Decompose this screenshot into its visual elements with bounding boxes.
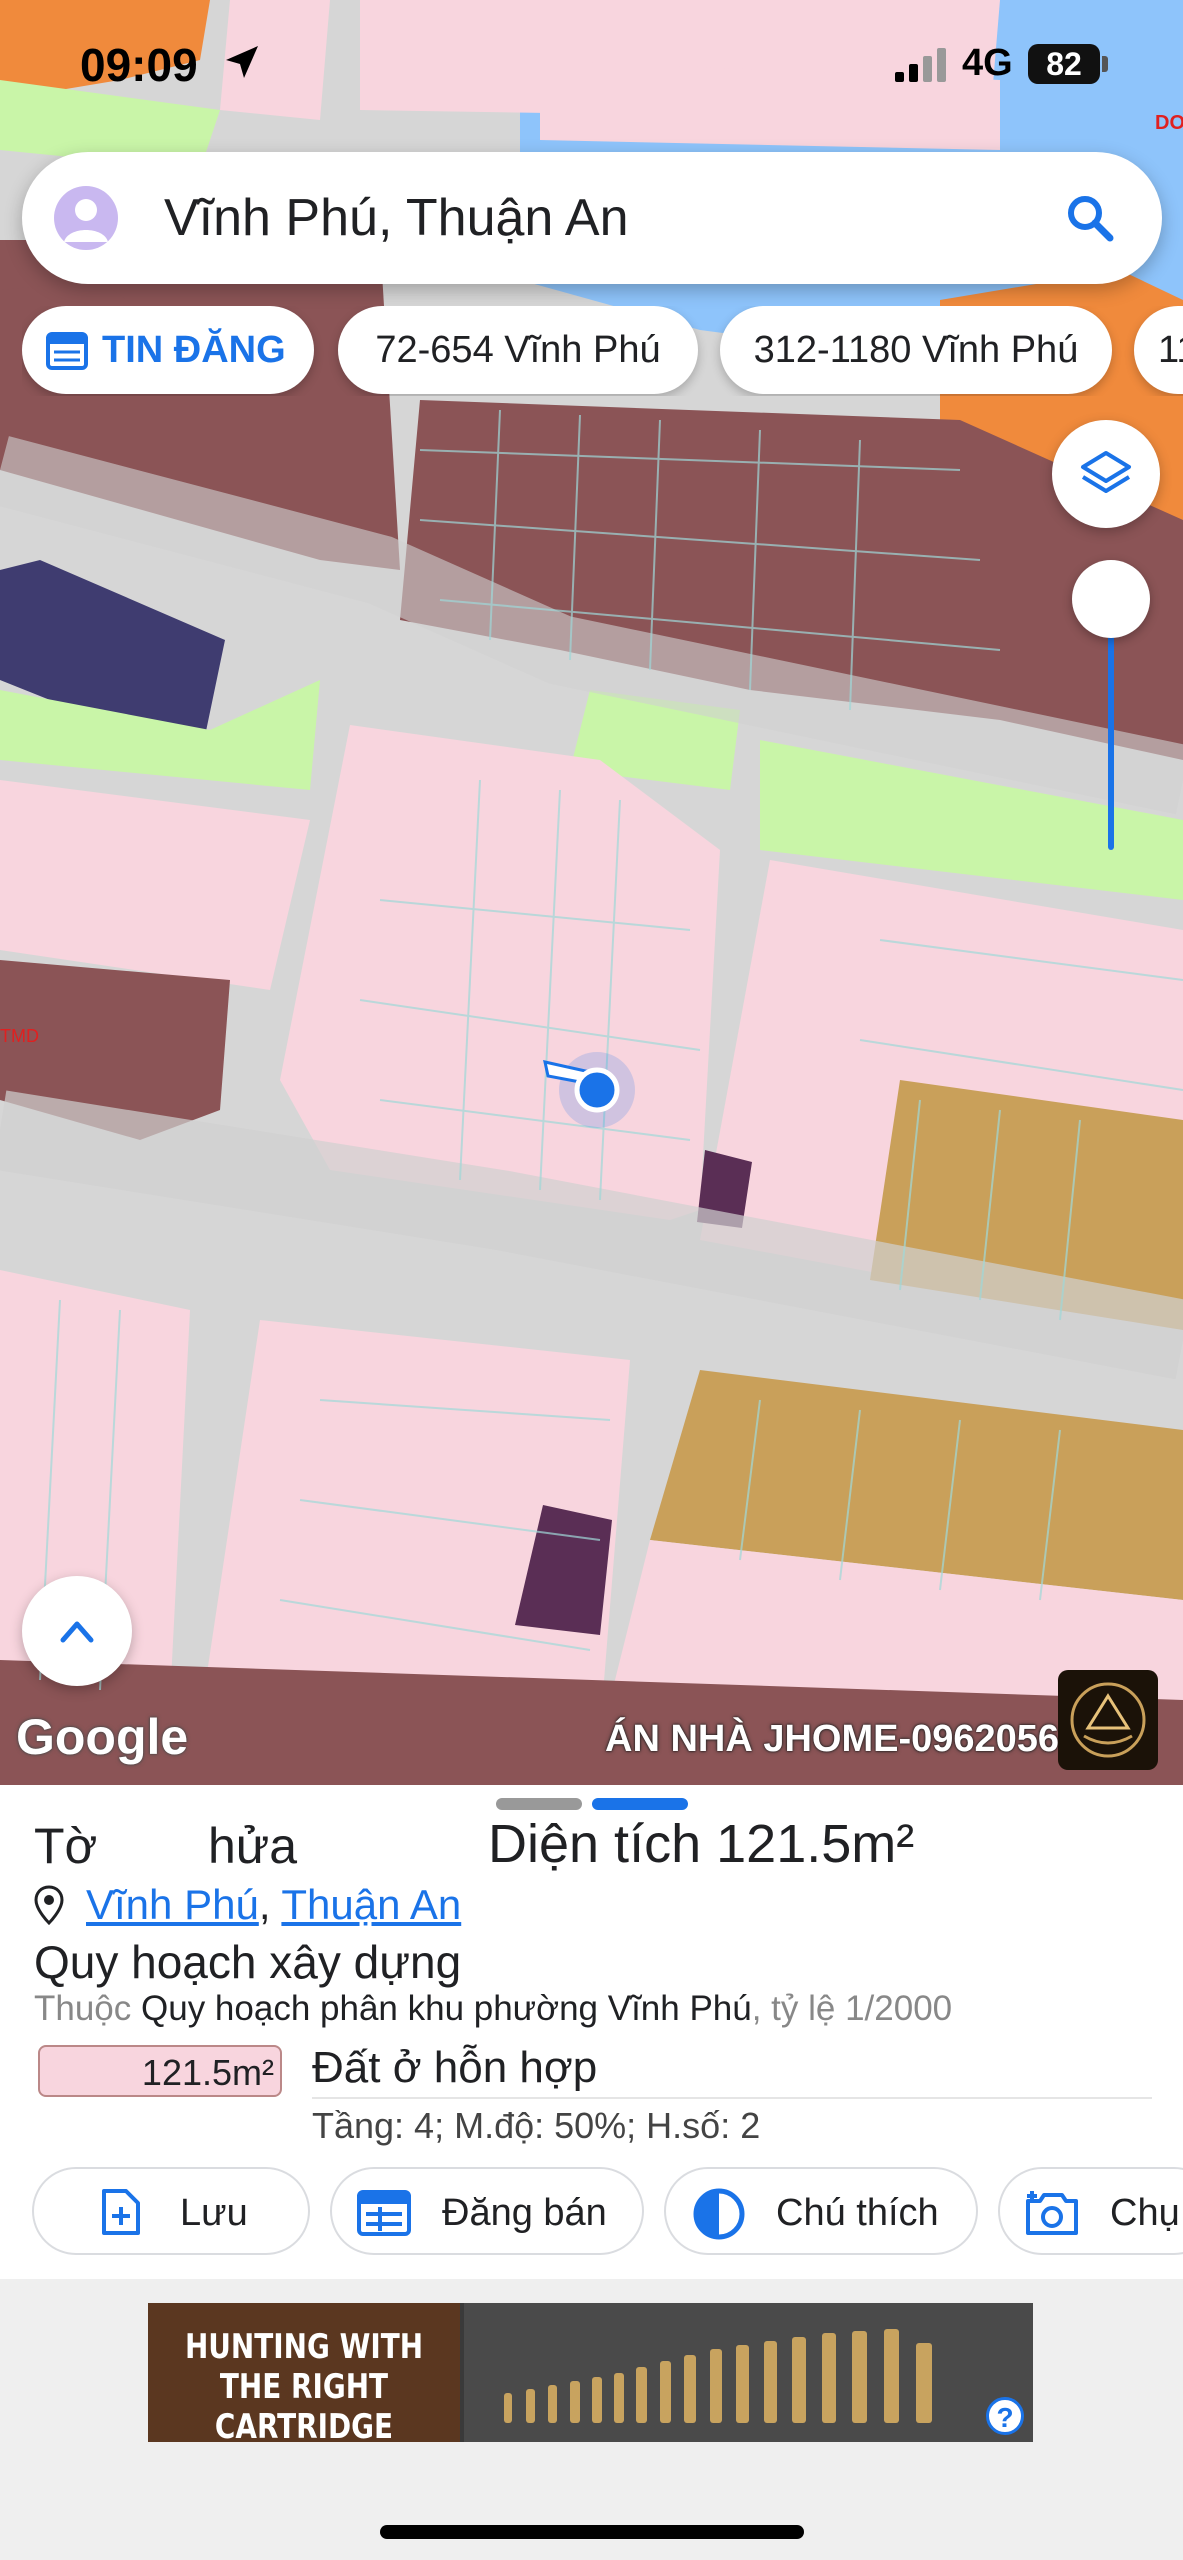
layers-icon bbox=[1081, 451, 1131, 493]
parcel-sheet: Tờ hửa Diện tích 121.5m² Vĩnh Phú, Thuận… bbox=[0, 1785, 1183, 2279]
search-bar[interactable]: Vĩnh Phú, Thuận An bbox=[22, 152, 1162, 284]
map-watermark: ÁN NHÀ JHOME-0962056 bbox=[605, 1718, 1060, 1760]
expand-up-button[interactable] bbox=[22, 1576, 132, 1686]
chip-location-2[interactable]: 312-1180 Vĩnh Phú bbox=[720, 306, 1112, 394]
ward-link[interactable]: Vĩnh Phú bbox=[86, 1881, 259, 1928]
user-icon bbox=[64, 199, 108, 242]
capture-button-label: Chụ bbox=[1110, 2192, 1180, 2234]
chevron-up-icon bbox=[60, 1621, 94, 1643]
chip-location-2-label: 312-1180 Vĩnh Phú bbox=[753, 329, 1079, 371]
plan-scale: , tỷ lệ 1/2000 bbox=[751, 1989, 953, 2028]
legend-button-label: Chú thích bbox=[776, 2192, 939, 2234]
jhome-logo bbox=[1058, 1670, 1158, 1770]
home-indicator[interactable] bbox=[380, 2525, 804, 2539]
city-link[interactable]: Thuận An bbox=[281, 1881, 461, 1928]
map-red-label: TMD bbox=[0, 1026, 39, 1046]
ad-help-icon[interactable]: ? bbox=[986, 2397, 1024, 2435]
legend-button[interactable]: Chú thích bbox=[664, 2167, 978, 2255]
capture-button[interactable]: Chụ bbox=[998, 2167, 1183, 2255]
chip-location-3-label: 11 bbox=[1158, 329, 1183, 371]
action-bar: Lưu Đăng bán Chú thích Chụ bbox=[0, 2167, 1183, 2259]
land-type: Đất ở hỗn hợp bbox=[312, 2043, 598, 2092]
cartridges-image bbox=[464, 2303, 1033, 2442]
sheet-handle[interactable] bbox=[496, 1798, 582, 1810]
save-button-label: Lưu bbox=[180, 2192, 248, 2234]
location-arrow-icon bbox=[226, 46, 258, 78]
contrast-icon bbox=[693, 2188, 745, 2240]
status-bar: 09:09 4G 82 bbox=[0, 0, 1183, 130]
ad-text-panel: HUNTING WITH THE RIGHT CARTRIDGE bbox=[148, 2303, 460, 2442]
parcel-lot-number-label: hửa bbox=[208, 1818, 298, 1874]
calendar-icon bbox=[46, 332, 88, 370]
land-detail: Tầng: 4; M.độ: 50%; H.số: 2 bbox=[312, 2105, 761, 2146]
ad-image bbox=[464, 2303, 1033, 2442]
signal-icon bbox=[895, 48, 946, 82]
jhome-logo-icon bbox=[1070, 1682, 1146, 1758]
chip-location-3[interactable]: 11 bbox=[1134, 306, 1183, 394]
search-query[interactable]: Vĩnh Phú, Thuận An bbox=[164, 188, 629, 248]
chip-location-1[interactable]: 72-654 Vĩnh Phú bbox=[338, 306, 698, 394]
filter-chips: TIN ĐĂNG 72-654 Vĩnh Phú 312-1180 Vĩnh P… bbox=[22, 306, 1183, 396]
chip-location-1-label: 72-654 Vĩnh Phú bbox=[375, 329, 661, 371]
parcel-area-value: 121.5m² bbox=[716, 1814, 915, 1874]
layers-button[interactable] bbox=[1052, 420, 1160, 528]
post-sale-button-label: Đăng bán bbox=[442, 2192, 607, 2234]
post-sale-button[interactable]: Đăng bán bbox=[330, 2167, 644, 2255]
chip-tin-dang-label: TIN ĐĂNG bbox=[102, 329, 286, 371]
search-icon[interactable] bbox=[1062, 190, 1118, 246]
avatar[interactable] bbox=[54, 186, 118, 250]
network-type: 4G bbox=[962, 42, 1013, 84]
battery-level: 82 bbox=[1028, 44, 1100, 84]
plan-name: Quy hoạch phân khu phường Vĩnh Phú bbox=[141, 1989, 752, 2028]
calendar-icon bbox=[357, 2190, 411, 2236]
parcel-area: Diện tích 121.5m² bbox=[488, 1813, 914, 1875]
parcel-area-label: Diện tích bbox=[488, 1814, 702, 1874]
opacity-slider-handle[interactable] bbox=[1072, 560, 1150, 638]
ad-banner[interactable]: HUNTING WITH THE RIGHT CARTRIDGE ? bbox=[148, 2303, 1033, 2442]
plan-subtitle: Thuộc Quy hoạch phân khu phường Vĩnh Phú… bbox=[34, 1989, 952, 2029]
plan-prefix: Thuộc bbox=[34, 1989, 132, 2028]
add-file-icon bbox=[102, 2189, 140, 2235]
address-separator: , bbox=[258, 1881, 271, 1928]
parcel-sheet-number-label: Tờ bbox=[34, 1818, 98, 1874]
land-area-badge: 121.5m² bbox=[38, 2045, 282, 2097]
divider bbox=[312, 2097, 1152, 2099]
plan-title: Quy hoạch xây dựng bbox=[34, 1936, 462, 1988]
sheet-page-indicator[interactable] bbox=[592, 1798, 688, 1810]
google-attribution: Google bbox=[16, 1709, 189, 1765]
chip-tin-dang[interactable]: TIN ĐĂNG bbox=[22, 306, 314, 394]
ad-text: HUNTING WITH THE RIGHT CARTRIDGE bbox=[184, 2327, 424, 2442]
camera-icon bbox=[1026, 2191, 1078, 2235]
save-button[interactable]: Lưu bbox=[32, 2167, 310, 2255]
ad-banner-area: HUNTING WITH THE RIGHT CARTRIDGE ? bbox=[0, 2279, 1183, 2560]
status-time: 09:09 bbox=[80, 39, 198, 91]
battery-icon bbox=[1102, 56, 1108, 72]
location-pin-icon bbox=[34, 1885, 64, 1925]
